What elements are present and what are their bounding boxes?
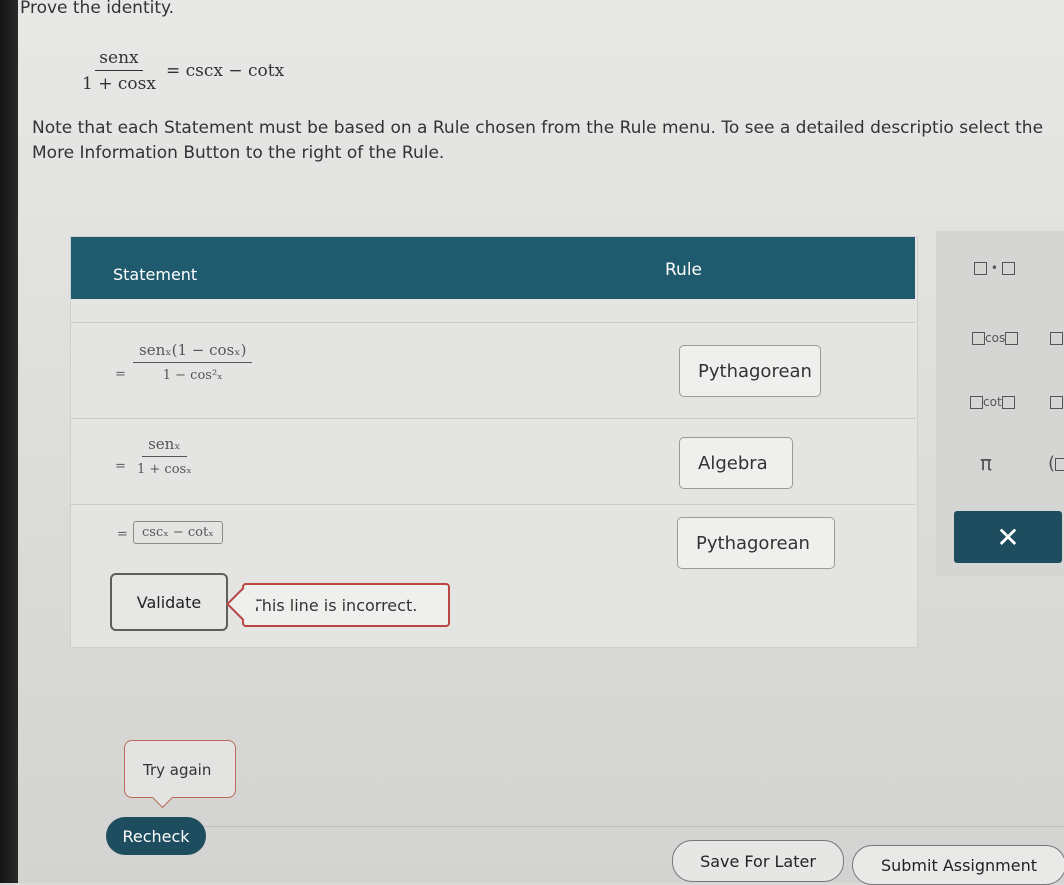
close-icon[interactable]: ✕ [954,511,1062,563]
proof-row: = senₓ 1 + cosₓ Algebra [71,418,915,505]
statement-numerator: senₓ(1 − cosₓ) [133,341,253,363]
statement-fraction: senₓ(1 − cosₓ) 1 − cos²ₓ [133,341,253,383]
cos-key-label: cos [985,331,1006,345]
parenthesis-key[interactable]: ( [1048,453,1064,474]
statement-input[interactable]: senₓ(1 − cosₓ) 1 − cos²ₓ [133,341,258,383]
statement-numerator: senₓ [142,435,187,457]
cos-key[interactable]: cos [972,331,1019,345]
rule-select-algebra[interactable]: Algebra [679,437,793,489]
identity-denominator: 1 + cosx [82,74,156,94]
identity-numerator: senx [95,48,143,71]
equals-sign: = [115,367,126,382]
submit-assignment-button[interactable]: Submit Assignment [852,845,1064,885]
equals-sign: = [115,459,126,474]
screen-bezel [0,0,18,883]
statement-expression: cscₓ − cotₓ [133,521,223,544]
statement-input[interactable]: senₓ 1 + cosₓ [133,435,202,477]
error-message: This line is incorrect. [242,583,450,627]
footer-divider [108,826,1064,827]
csc-key[interactable] [1050,395,1063,409]
rule-select-pythagorean[interactable]: Pythagorean [677,517,835,569]
statement-denominator: 1 − cos²ₓ [162,368,223,383]
proof-row: = senₓ(1 − cosₓ) 1 − cos²ₓ Pythagorean [71,322,915,419]
equals-sign: = [117,527,128,542]
assignment-page: Prove the identity. senx 1 + cosx = cscx… [18,0,1064,885]
instructions-note: Note that each Statement must be based o… [32,118,1044,163]
rule-select-pythagorean[interactable]: Pythagorean [679,345,821,397]
cot-key[interactable]: cot [970,395,1015,409]
cot-key-label: cot [983,395,1002,409]
statement-fraction: senₓ 1 + cosₓ [133,435,196,477]
math-palette: • cos cot π ( ✕ [936,231,1064,576]
identity-expression: senx 1 + cosx = cscx − cotx [78,48,284,94]
statement-denominator: 1 + cosₓ [137,462,192,477]
table-header: Statement Rule [71,237,915,299]
sec-key[interactable] [1050,331,1063,345]
try-again-bubble: Try again [124,740,236,798]
proof-row: = cscₓ − cotₓ Pythagorean [71,504,915,579]
recheck-button[interactable]: Recheck [106,817,206,855]
problem-prompt: Prove the identity. [20,0,175,18]
validate-button[interactable]: Validate [110,573,228,631]
identity-fraction: senx 1 + cosx [78,48,160,94]
statement-header: Statement [113,265,198,284]
statement-input[interactable]: cscₓ − cotₓ [133,521,223,544]
identity-rhs: = cscx − cotx [165,61,285,81]
save-for-later-button[interactable]: Save For Later [672,840,844,882]
multiply-key[interactable]: • [974,261,1015,275]
rule-header: Rule [665,260,703,280]
pi-key[interactable]: π [980,451,992,475]
